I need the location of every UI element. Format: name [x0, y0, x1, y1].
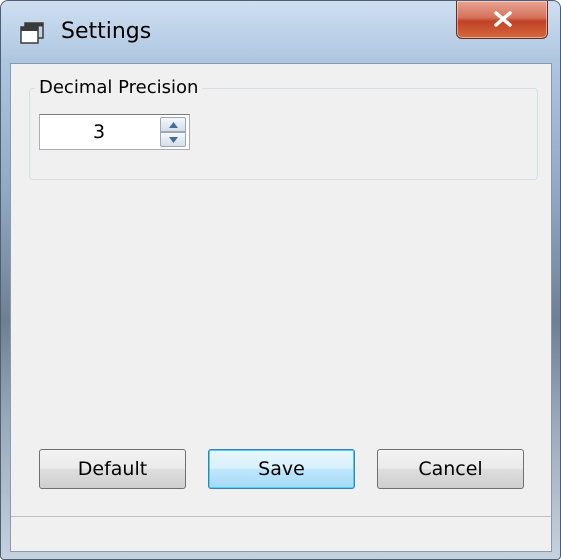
cancel-button[interactable]: Cancel: [377, 449, 524, 489]
decimal-precision-value[interactable]: 3: [40, 115, 158, 149]
close-x-icon: [494, 11, 512, 27]
close-button[interactable]: [456, 1, 548, 39]
decimal-precision-spinbox[interactable]: 3: [39, 114, 190, 150]
status-bar: [11, 516, 551, 551]
default-button[interactable]: Default: [39, 449, 186, 489]
window-title: Settings: [61, 19, 152, 44]
spin-down-arrow-icon: [169, 137, 178, 143]
spin-up-button[interactable]: [160, 117, 186, 132]
save-button[interactable]: Save: [208, 449, 355, 489]
spin-up-arrow-icon: [169, 122, 178, 128]
title-bar[interactable]: Settings: [1, 1, 560, 63]
spin-down-button[interactable]: [160, 132, 186, 147]
decimal-precision-label: Decimal Precision: [35, 76, 203, 100]
settings-window: Settings Decimal Precision 3 Default Sav…: [0, 0, 561, 560]
window-stack-icon: [19, 21, 45, 45]
settings-client-area: Decimal Precision 3 Default Save Cancel: [10, 63, 552, 552]
